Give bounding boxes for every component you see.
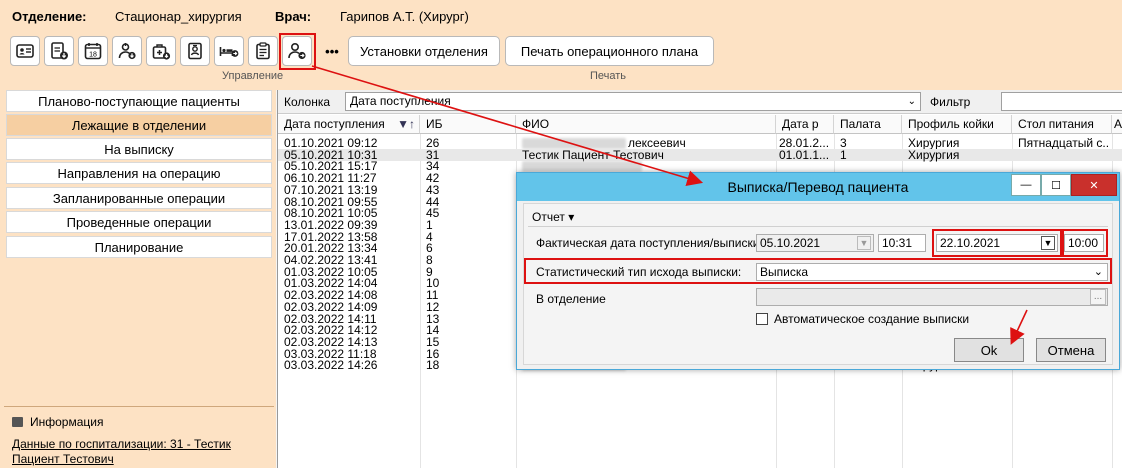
- column-select-value: Дата поступления: [350, 94, 451, 108]
- sidebar-item-scheduled-surgeries[interactable]: Запланированные операции: [6, 187, 272, 209]
- sidebar-item-completed-surgeries[interactable]: Проведенные операции: [6, 211, 272, 233]
- discharge-date-value: 22.10.2021: [940, 236, 1001, 250]
- admit-date-value: 05.10.2021: [760, 236, 821, 250]
- admit-date-field[interactable]: 05.10.2021 ▼: [756, 234, 874, 252]
- calendar-button[interactable]: 18: [78, 36, 108, 66]
- clipboard-icon: [256, 42, 270, 60]
- bed-transfer-button[interactable]: [214, 36, 244, 66]
- report-menu[interactable]: Отчет ▾: [532, 210, 574, 224]
- chevron-down-icon: ⌄: [1093, 266, 1103, 278]
- doctor-value: Гарипов А.Т. (Хирург): [340, 9, 469, 24]
- redacted-name: [522, 138, 626, 149]
- discharge-time-field[interactable]: 10:00: [1064, 234, 1104, 252]
- table-row[interactable]: 01.10.2021 09:12 26 лексеевич 28.01.2... 3 Хи…: [278, 137, 1122, 150]
- col-header-text: Дата поступления: [284, 117, 385, 131]
- minimize-icon: —: [1020, 179, 1032, 191]
- filter-bar: Колонка Дата поступления ⌄ Фильтр: [278, 90, 1122, 114]
- person-arrow-icon: [288, 42, 306, 60]
- clipboard-button[interactable]: [248, 36, 278, 66]
- dialog-titlebar[interactable]: Выписка/Перевод пациента — ☐ ✕: [517, 173, 1119, 201]
- medical-kit-button[interactable]: [146, 36, 176, 66]
- info-icon: [12, 417, 23, 427]
- id-card-icon: [16, 44, 34, 58]
- department-value: Стационар_хирургия: [115, 9, 242, 24]
- dialog-body: Отчет ▾ Фактическая дата поступления/вып…: [523, 203, 1113, 365]
- doctor-label: Врач:: [275, 9, 312, 24]
- info-title: Информация: [30, 415, 104, 429]
- discharge-patient-button[interactable]: [282, 36, 312, 66]
- group-print-label: Печать: [590, 70, 627, 82]
- sort-filter-icon[interactable]: ▼↑: [397, 115, 415, 133]
- group-management-label: Управление: [222, 70, 284, 82]
- col-header-birth[interactable]: Дата р: [776, 115, 834, 134]
- minimize-button[interactable]: —: [1011, 174, 1041, 196]
- badge-download-icon: [188, 42, 202, 60]
- bed-arrow-icon: [219, 47, 239, 57]
- cell-ib: 18: [426, 359, 440, 373]
- admit-time-field[interactable]: 10:31: [878, 234, 926, 252]
- discharge-dialog: Выписка/Перевод пациента — ☐ ✕ Отчет ▾ Ф…: [516, 172, 1120, 370]
- redacted-name: [522, 161, 642, 173]
- table-row[interactable]: 05.10.2021 10:31 31 Тестик Пациент Тестови…: [278, 148, 1122, 161]
- ellipsis-button[interactable]: ...: [1090, 289, 1106, 305]
- auto-create-checkbox[interactable]: [756, 313, 768, 325]
- cancel-button[interactable]: Отмена: [1036, 338, 1106, 362]
- ok-button[interactable]: Ok: [954, 338, 1024, 362]
- dept-settings-button[interactable]: Установки отделения: [348, 36, 500, 66]
- col-header-fio[interactable]: ФИО: [516, 115, 776, 134]
- column-select[interactable]: Дата поступления ⌄: [345, 92, 921, 111]
- calendar-day-text: 18: [89, 51, 97, 58]
- print-plan-button[interactable]: Печать операционного плана: [505, 36, 714, 66]
- outcome-label: Статистический тип исхода выписки:: [536, 265, 742, 279]
- doctor-export-button[interactable]: [112, 36, 142, 66]
- medical-bag-download-icon: [152, 44, 171, 60]
- outcome-value: Выписка: [760, 265, 809, 279]
- hospitalization-link[interactable]: Данные по госпитализации: 31 - Тестик Па…: [12, 437, 262, 467]
- date-dropdown-icon[interactable]: ▼: [1041, 236, 1055, 250]
- department-label: Отделение:: [12, 9, 87, 24]
- table-row[interactable]: 05.10.2021 15:17 34: [278, 160, 1122, 173]
- document-export-button[interactable]: [44, 36, 74, 66]
- close-icon: ✕: [1089, 179, 1099, 192]
- sidebar-item-surgery-referrals[interactable]: Направления на операцию: [6, 162, 272, 184]
- filter-label: Фильтр: [930, 95, 971, 109]
- sidebar-item-to-discharge[interactable]: На выписку: [6, 138, 272, 160]
- col-header-profile[interactable]: Профиль койки: [902, 115, 1012, 134]
- outcome-select[interactable]: Выписка ⌄: [756, 263, 1108, 281]
- document-download-icon: [51, 42, 68, 60]
- badge-button[interactable]: [180, 36, 210, 66]
- more-button[interactable]: •••: [317, 36, 347, 66]
- to-dept-field[interactable]: [756, 288, 1108, 306]
- cell-date: 03.03.2022 14:26: [284, 359, 378, 373]
- date-dropdown-icon[interactable]: ▼: [857, 236, 871, 250]
- maximize-button[interactable]: ☐: [1041, 174, 1071, 196]
- col-header-more[interactable]: А: [1112, 115, 1122, 134]
- column-label: Колонка: [284, 95, 331, 109]
- medic-download-icon: [118, 43, 136, 60]
- sidebar-item-planning[interactable]: Планирование: [6, 236, 272, 258]
- discharge-date-field[interactable]: 22.10.2021 ▼: [936, 234, 1058, 252]
- maximize-icon: ☐: [1051, 179, 1061, 192]
- col-header-ward[interactable]: Палата: [834, 115, 902, 134]
- close-button[interactable]: ✕: [1071, 174, 1117, 196]
- col-header-diet[interactable]: Стол питания: [1012, 115, 1112, 134]
- sidebar-item-planned[interactable]: Планово-поступающие пациенты: [6, 90, 272, 112]
- calendar-18-icon: 18: [84, 43, 102, 60]
- more-icon: •••: [325, 43, 339, 59]
- sidebar-item-inpatients[interactable]: Лежащие в отделении: [6, 114, 272, 136]
- info-panel: Информация Данные по госпитализации: 31 …: [4, 406, 274, 468]
- to-dept-label: В отделение: [536, 292, 606, 306]
- col-header-ib[interactable]: ИБ: [420, 115, 516, 134]
- auto-create-label: Автоматическое создание выписки: [774, 312, 970, 326]
- patient-card-button[interactable]: [10, 36, 40, 66]
- header-toolbar: Отделение: Стационар_хирургия Врач: Гари…: [0, 0, 1122, 90]
- filter-input[interactable]: [1001, 92, 1122, 111]
- col-header-admission-date[interactable]: Дата поступления ▼↑: [278, 115, 420, 134]
- actual-date-label: Фактическая дата поступления/выписки:: [536, 236, 763, 250]
- chevron-down-icon: ⌄: [907, 96, 916, 107]
